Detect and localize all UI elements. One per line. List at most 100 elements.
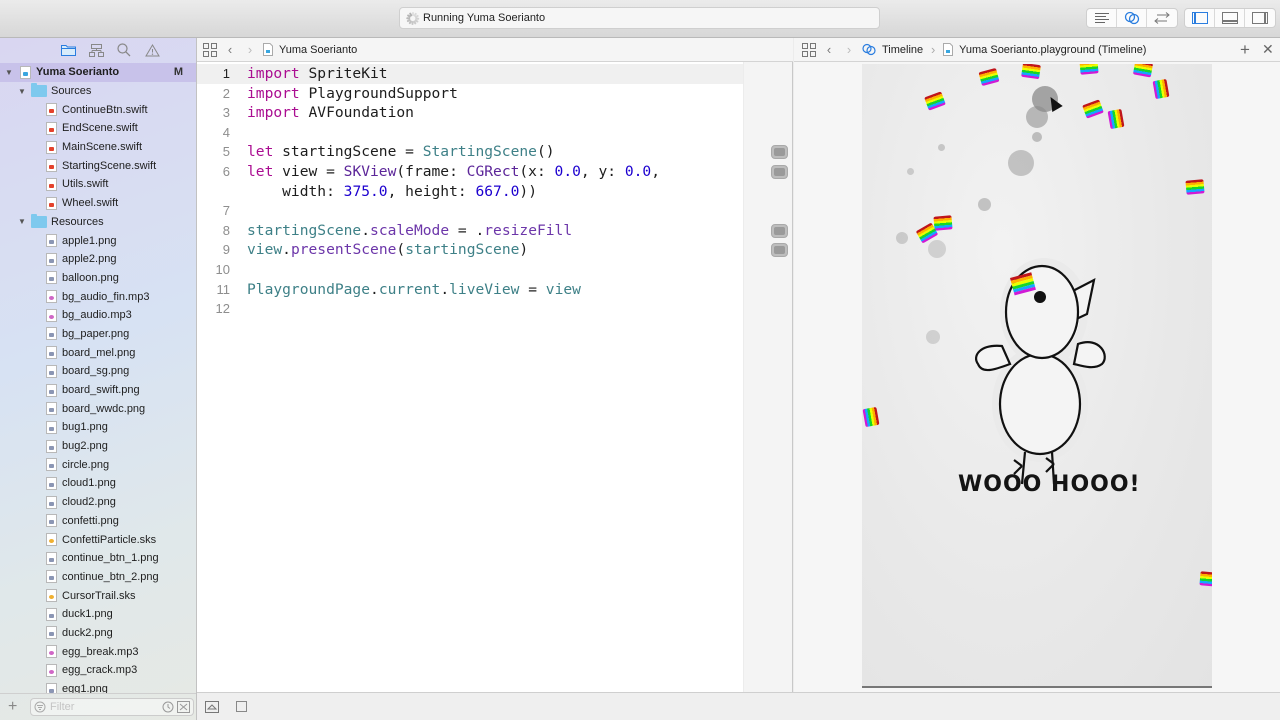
- tree-row-file[interactable]: ConfettiParticle.sks: [0, 530, 196, 549]
- add-file-button[interactable]: +: [8, 698, 24, 716]
- tree-row-file[interactable]: apple1.png: [0, 231, 196, 250]
- toggle-utilities-button[interactable]: [1245, 9, 1275, 27]
- symbol-navigator-tab[interactable]: [87, 42, 105, 58]
- project-navigator: ▼ Yuma Soerianto M ▼ Sources ContinueBtn.swif…: [0, 38, 197, 720]
- tree-row-file[interactable]: continue_btn_2.png: [0, 568, 196, 587]
- code-line[interactable]: 10: [197, 260, 743, 280]
- recent-files-icon[interactable]: [162, 701, 174, 713]
- ink-blob: [1032, 132, 1042, 142]
- tree-row-file[interactable]: egg_break.mp3: [0, 642, 196, 661]
- toggle-debug-area-button[interactable]: [1215, 9, 1245, 27]
- related-items-icon[interactable]: [203, 42, 217, 57]
- project-name: Yuma Soerianto: [36, 66, 120, 79]
- tree-row-file[interactable]: EndScene.swift: [0, 119, 196, 138]
- breadcrumb-timeline[interactable]: Timeline: [882, 44, 923, 56]
- tree-row-file[interactable]: Utils.swift: [0, 175, 196, 194]
- tree-row-file[interactable]: continue_btn_1.png: [0, 549, 196, 568]
- assistant-forward-button[interactable]: ›: [842, 42, 856, 57]
- tree-row-file[interactable]: CursorTrail.sks: [0, 586, 196, 605]
- code-line[interactable]: 8 startingScene.scaleMode = .resizeFill: [197, 221, 743, 241]
- tree-row-file[interactable]: StartingScene.swift: [0, 156, 196, 175]
- quick-look-button[interactable]: [771, 145, 788, 160]
- tree-row-file[interactable]: duck1.png: [0, 605, 196, 624]
- tree-row-file[interactable]: Wheel.swift: [0, 194, 196, 213]
- tree-row-file[interactable]: confetti.png: [0, 512, 196, 531]
- filter-field[interactable]: Filter: [30, 698, 194, 716]
- png-file-icon: [46, 476, 57, 490]
- tree-row-file[interactable]: board_swift.png: [0, 381, 196, 400]
- related-items-icon[interactable]: [802, 42, 816, 57]
- tree-row-file[interactable]: cloud1.png: [0, 474, 196, 493]
- project-navigator-tab[interactable]: [59, 42, 77, 58]
- tree-row-file[interactable]: apple2.png: [0, 250, 196, 269]
- stop-button-icon[interactable]: [236, 701, 248, 713]
- tree-row-group[interactable]: ▼ Sources: [0, 82, 196, 101]
- source-editor[interactable]: 1 import SpriteKit 2 import PlaygroundSuppo…: [197, 62, 743, 692]
- tree-row-file[interactable]: egg1.png: [0, 680, 196, 693]
- version-editor-button[interactable]: [1147, 9, 1177, 27]
- line-number: 6: [222, 164, 230, 179]
- code-text: let view = SKView(frame: CGRect(x: 0.0, …: [247, 162, 660, 182]
- forward-button[interactable]: ›: [243, 42, 257, 57]
- find-navigator-tab[interactable]: [115, 42, 133, 58]
- code-line[interactable]: 9 view.presentScene(startingScene): [197, 240, 743, 260]
- tree-row-group[interactable]: ▼ Resources: [0, 213, 196, 232]
- tree-row-file[interactable]: balloon.png: [0, 269, 196, 288]
- toggle-navigator-button[interactable]: [1185, 9, 1215, 27]
- code-line[interactable]: 2 import PlaygroundSupport: [197, 84, 743, 104]
- modified-files-icon[interactable]: [177, 701, 190, 713]
- standard-editor-button[interactable]: [1087, 9, 1117, 27]
- file-name: circle.png: [62, 458, 110, 471]
- code-line[interactable]: 4: [197, 123, 743, 143]
- code-token: scaleMode: [370, 221, 450, 239]
- code-text: PlaygroundPage.current.liveView = view: [247, 280, 581, 300]
- file-name: bg_paper.png: [62, 327, 130, 340]
- assistant-editor-button[interactable]: [1117, 9, 1147, 27]
- file-name: egg_break.mp3: [62, 645, 139, 658]
- hide-debug-area-icon[interactable]: [205, 701, 219, 713]
- quick-look-button[interactable]: [771, 223, 788, 238]
- tree-row-file[interactable]: cloud2.png: [0, 493, 196, 512]
- tree-row-file[interactable]: board_sg.png: [0, 362, 196, 381]
- disclosure-triangle-icon[interactable]: ▼: [17, 87, 27, 96]
- search-icon: [117, 43, 131, 57]
- code-line[interactable]: 1 import SpriteKit: [197, 64, 743, 84]
- tree-row-file[interactable]: ContinueBtn.swift: [0, 100, 196, 119]
- code-line[interactable]: width: 375.0, height: 667.0)): [197, 182, 743, 202]
- issue-navigator-tab[interactable]: [143, 42, 161, 58]
- code-line[interactable]: 6 let view = SKView(frame: CGRect(x: 0.0,…: [197, 162, 743, 182]
- jump-bar-file[interactable]: Yuma Soerianto: [279, 44, 357, 56]
- code-line[interactable]: 5 let startingScene = StartingScene(): [197, 142, 743, 162]
- add-assistant-button[interactable]: +: [1240, 40, 1250, 60]
- assistant-back-button[interactable]: ‹: [822, 42, 836, 57]
- tree-row-file[interactable]: board_mel.png: [0, 343, 196, 362]
- quick-look-button[interactable]: [771, 165, 788, 179]
- disclosure-triangle-icon[interactable]: ▼: [17, 217, 27, 226]
- tree-row-file[interactable]: bg_audio.mp3: [0, 306, 196, 325]
- quick-look-button[interactable]: [771, 243, 788, 258]
- tree-row-file[interactable]: bug2.png: [0, 437, 196, 456]
- tree-row-file[interactable]: duck2.png: [0, 624, 196, 643]
- tree-row-file[interactable]: bug1.png: [0, 418, 196, 437]
- tree-row-project[interactable]: ▼ Yuma Soerianto M: [0, 63, 196, 82]
- code-line[interactable]: 3 import AVFoundation: [197, 103, 743, 123]
- folder-icon: [60, 45, 76, 56]
- tree-row-file[interactable]: circle.png: [0, 455, 196, 474]
- tree-row-file[interactable]: bg_audio_fin.mp3: [0, 287, 196, 306]
- tree-row-file[interactable]: egg_crack.mp3: [0, 661, 196, 680]
- tree-row-file[interactable]: MainScene.swift: [0, 138, 196, 157]
- png-file-icon: [46, 607, 57, 621]
- breadcrumb-playground[interactable]: Yuma Soerianto.playground (Timeline): [959, 44, 1146, 56]
- back-button[interactable]: ‹: [223, 42, 237, 57]
- code-token: import: [247, 84, 300, 102]
- code-line[interactable]: 11 PlaygroundPage.current.liveView = view: [197, 280, 743, 300]
- tree-row-file[interactable]: bg_paper.png: [0, 325, 196, 344]
- code-line[interactable]: 12: [197, 299, 743, 319]
- tree-row-file[interactable]: board_wwdc.png: [0, 399, 196, 418]
- close-assistant-button[interactable]: ✕: [1262, 41, 1274, 58]
- code-line[interactable]: 7: [197, 201, 743, 221]
- disclosure-triangle-icon[interactable]: ▼: [4, 68, 14, 77]
- linked-rings-icon: [1124, 11, 1139, 25]
- code-token: CGRect: [466, 163, 520, 180]
- live-view[interactable]: WOOO HOOO!: [862, 64, 1212, 688]
